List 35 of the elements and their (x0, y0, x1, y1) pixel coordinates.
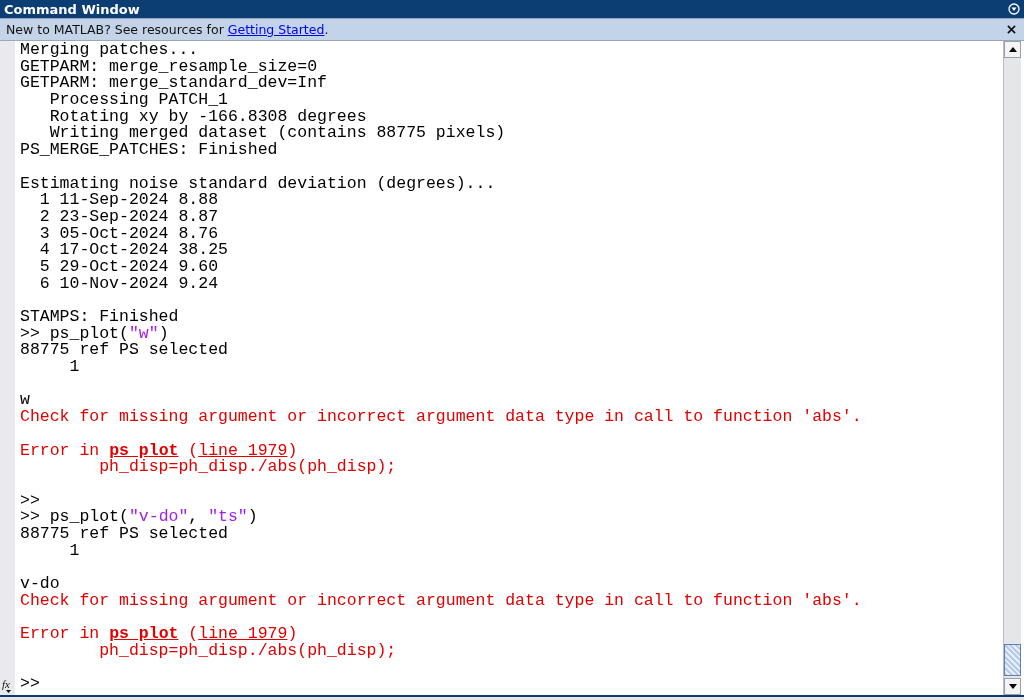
error-line: Check for missing argument or incorrect argument data type in call to function 'abs'. (20, 407, 862, 427)
output-line: GETPARM: merge_standard_dev=Inf (20, 73, 327, 93)
output-line: 88775 ref PS selected (20, 340, 228, 360)
output-line: GETPARM: merge_resample_size=0 (20, 56, 318, 76)
output-line: STAMPS: Finished (20, 307, 179, 326)
output-line: 1 (68, 540, 80, 560)
output-line: 6 10-Nov-2024 9.24 (38, 273, 219, 293)
output-line: PS_MERGE_PATCHES: Finished (20, 140, 278, 160)
output-line: w (20, 390, 30, 410)
command-line: >> (20, 490, 40, 510)
output-line: Estimating noise standard deviation (degrees)... (20, 173, 496, 193)
info-text: New to MATLAB? See resources for Getting Started. (6, 22, 329, 37)
error-line: Check for missing argument or incorrect argument data type in call to function 'abs'. (20, 590, 862, 610)
function-browser-button[interactable]: fx (2, 679, 10, 689)
output-line: v-do (20, 574, 60, 593)
scrollbar[interactable] (1003, 41, 1021, 695)
command-line: >> ps_plot("w") (20, 323, 169, 343)
down-arrow-icon (1008, 684, 1017, 689)
output-line: 3 05-Oct-2024 8.76 (38, 223, 219, 243)
scroll-thumb[interactable] (1004, 644, 1021, 676)
window-title: Command Window (4, 1, 140, 17)
error-line: ph_disp=ph_disp./abs(ph_disp); (98, 457, 397, 477)
error-line: Error in ps plot (line 1979) (20, 440, 298, 460)
output-line: Writing merged dataset (contains 88775 pixels) (48, 123, 506, 143)
up-arrow-icon (1008, 47, 1017, 52)
scroll-down-button[interactable] (1004, 678, 1021, 695)
close-icon[interactable] (1007, 25, 1016, 34)
output-line: 1 (68, 357, 80, 377)
command-prompt[interactable]: >> (20, 674, 40, 694)
line-number-link[interactable]: line 1979 (198, 440, 288, 460)
scroll-up-button[interactable] (1004, 41, 1021, 58)
caret-icon (6, 690, 11, 693)
dropdown-icon[interactable] (1008, 3, 1020, 15)
function-link[interactable]: ps plot (109, 440, 179, 460)
output-line: Merging patches... (20, 41, 199, 59)
